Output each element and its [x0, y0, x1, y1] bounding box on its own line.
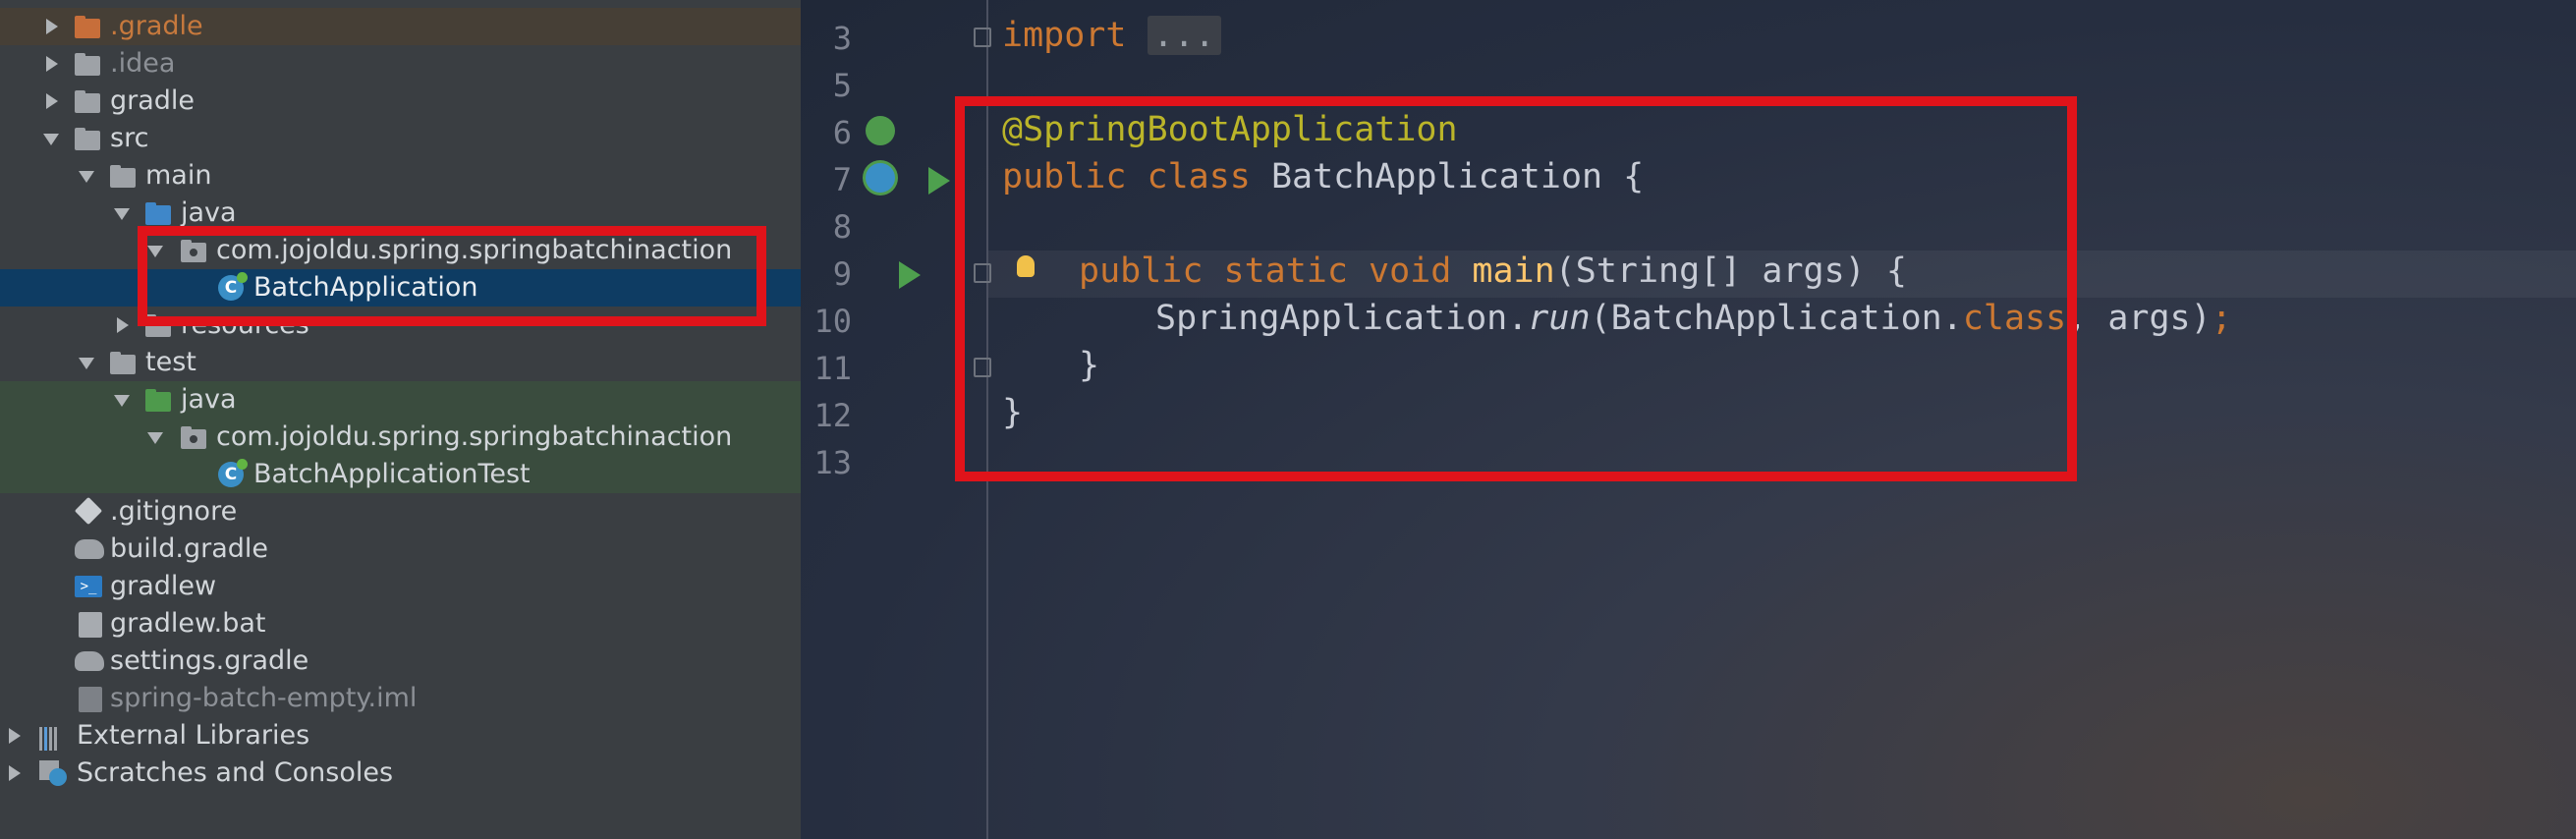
tree-item-label: spring-batch-empty.iml [110, 683, 418, 713]
highlight-box-tree [138, 226, 766, 326]
tree-item-label: src [110, 123, 149, 153]
chevron-right-icon[interactable] [6, 755, 22, 792]
tree-item-java-test[interactable]: java [0, 381, 801, 419]
line-number: 13 [813, 444, 852, 481]
git-icon [74, 496, 103, 526]
chevron-right-icon[interactable] [43, 83, 59, 120]
line-number: 7 [832, 161, 852, 198]
tree-item-label: gradlew [110, 571, 217, 601]
file-icon [79, 612, 102, 638]
chevron-down-icon[interactable] [43, 120, 59, 157]
chevron-down-icon[interactable] [114, 381, 130, 419]
tree-item-settings-gradle[interactable]: settings.gradle [0, 643, 801, 680]
line-number: 12 [813, 397, 852, 434]
line-number: 9 [832, 255, 852, 293]
tree-item-idea[interactable]: .idea [0, 45, 801, 83]
semicolon: ; [2211, 299, 2232, 338]
package-icon [181, 425, 208, 449]
chevron-right-icon[interactable] [6, 717, 22, 755]
tree-item-label: gradle [110, 85, 196, 116]
spring-class-icon[interactable] [866, 163, 895, 193]
library-icon [39, 724, 67, 751]
chevron-right-icon[interactable] [43, 8, 59, 45]
tree-item-gradle-dir[interactable]: .gradle [0, 8, 801, 45]
tree-item-package-test[interactable]: com.jojoldu.spring.springbatchinaction [0, 419, 801, 456]
folder-icon [110, 351, 138, 374]
chevron-down-icon[interactable] [114, 195, 130, 232]
folder-icon [75, 127, 102, 150]
spring-bean-icon[interactable] [866, 116, 895, 145]
tree-item-label: test [145, 347, 196, 377]
tree-item-batch-application-test[interactable]: C BatchApplicationTest [0, 456, 801, 493]
tree-item-label: com.jojoldu.spring.springbatchinaction [216, 421, 733, 452]
source-folder-icon [145, 201, 173, 225]
tree-item-label: .gradle [110, 11, 203, 41]
tree-item-gradle[interactable]: gradle [0, 83, 801, 120]
chevron-right-icon[interactable] [114, 307, 130, 344]
test-folder-icon [145, 388, 173, 412]
code-token: , args) [2066, 299, 2212, 338]
module-file-icon [79, 687, 102, 712]
tree-item-iml[interactable]: spring-batch-empty.iml [0, 680, 801, 717]
run-class-icon[interactable] [928, 167, 950, 195]
highlight-box-code [955, 96, 2077, 481]
keyword-import: import [1002, 16, 1127, 55]
folded-imports[interactable]: ... [1147, 16, 1221, 55]
tree-item-label: settings.gradle [110, 645, 309, 676]
project-tree-panel: .gradle .idea gradle src main java com.j… [0, 0, 801, 839]
tree-item-label: BatchApplicationTest [253, 459, 531, 489]
tree-item-label: build.gradle [110, 533, 269, 564]
class-icon: C [218, 459, 248, 487]
folder-icon [75, 89, 102, 113]
folder-icon [75, 52, 102, 76]
code-line-3[interactable]: import ... [1002, 16, 1221, 55]
tree-item-gradlew[interactable]: >_ gradlew [0, 568, 801, 605]
fold-expand-icon[interactable] [974, 28, 991, 47]
tree-item-label: .gitignore [110, 496, 238, 527]
folder-icon [110, 164, 138, 188]
gradle-icon [75, 651, 104, 671]
tree-item-label: .idea [110, 48, 176, 79]
gradle-icon [75, 539, 104, 559]
line-number: 10 [813, 303, 852, 340]
terminal-icon: >_ [75, 576, 102, 597]
scratches-icon [39, 760, 69, 788]
tree-item-src[interactable]: src [0, 120, 801, 157]
chevron-down-icon[interactable] [147, 419, 163, 456]
tree-item-label: Scratches and Consoles [77, 757, 394, 788]
tree-item-external-libraries[interactable]: External Libraries [0, 717, 801, 755]
tree-item-label: gradlew.bat [110, 608, 266, 639]
chevron-down-icon[interactable] [79, 157, 94, 195]
tree-item-scratches[interactable]: Scratches and Consoles [0, 755, 801, 792]
code-editor[interactable]: 3 5 6 7 8 9 10 11 12 13 import ... @Spri… [801, 0, 2576, 839]
tree-item-main[interactable]: main [0, 157, 801, 195]
tree-item-test[interactable]: test [0, 344, 801, 381]
tree-item-label: java [181, 384, 237, 415]
tree-item-gitignore[interactable]: .gitignore [0, 493, 801, 531]
run-main-icon[interactable] [899, 261, 921, 289]
tree-item-build-gradle[interactable]: build.gradle [0, 531, 801, 568]
chevron-down-icon[interactable] [79, 344, 94, 381]
chevron-right-icon[interactable] [43, 45, 59, 83]
line-number: 5 [832, 67, 852, 104]
line-number: 11 [813, 350, 852, 387]
tree-item-label: main [145, 160, 212, 191]
tree-item-gradlew-bat[interactable]: gradlew.bat [0, 605, 801, 643]
line-number: 3 [832, 20, 852, 57]
folder-icon [75, 15, 102, 38]
line-number: 8 [832, 208, 852, 246]
tree-item-label: External Libraries [77, 720, 310, 751]
line-number: 6 [832, 114, 852, 151]
